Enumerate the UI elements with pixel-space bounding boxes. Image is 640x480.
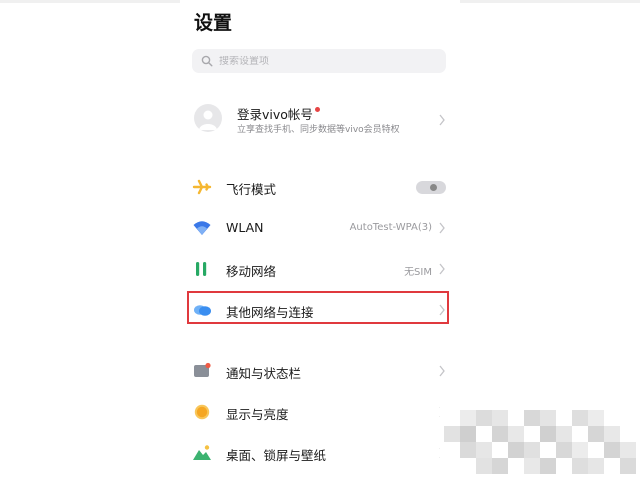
highlight-box — [187, 291, 449, 324]
settings-row-notifications[interactable]: 通知与状态栏 — [192, 356, 448, 386]
chevron-right-icon — [439, 114, 445, 126]
settings-row-label: 显示与亮度 — [226, 407, 289, 422]
wlan-network-name: AutoTest-WPA(3) — [349, 222, 432, 233]
wifi-icon — [193, 221, 211, 235]
brightness-icon — [194, 404, 210, 420]
mobile-network-icon — [196, 262, 207, 276]
search-icon — [201, 55, 213, 67]
sim-status: 无SIM — [404, 267, 432, 278]
settings-row-display[interactable]: 显示与亮度 — [192, 397, 448, 427]
settings-row-label: 桌面、锁屏与壁纸 — [226, 448, 327, 463]
settings-row-label: 通知与状态栏 — [226, 366, 302, 381]
settings-row-airplane[interactable]: 飞行模式 — [192, 172, 448, 202]
notification-dot — [314, 107, 320, 112]
airplane-toggle[interactable] — [416, 181, 446, 194]
chevron-right-icon — [439, 365, 445, 377]
watermark-mosaic — [440, 396, 640, 480]
notification-icon — [194, 362, 211, 377]
settings-row-label: 移动网络 — [226, 264, 277, 279]
account-login[interactable]: 登录vivo帐号 立享查找手机、同步数据等vivo会员特权 — [192, 100, 448, 142]
toggle-knob — [430, 184, 437, 191]
settings-row-label: 飞行模式 — [226, 182, 277, 197]
avatar — [194, 104, 222, 132]
settings-row-wallpaper[interactable]: 桌面、锁屏与壁纸 — [192, 438, 448, 468]
account-name: 登录vivo帐号 — [237, 104, 320, 123]
settings-row-wlan[interactable]: WLAN AutoTest-WPA(3) — [192, 213, 448, 243]
settings-row-mobile-network[interactable]: 移动网络 无SIM — [192, 254, 448, 284]
wallpaper-icon — [193, 445, 211, 460]
page-title: 设置 — [194, 12, 233, 34]
settings-row-label: WLAN — [226, 220, 264, 235]
settings-screen: 设置 登录vivo帐号 立享查找手机、同步数据等vivo会员特权 飞行模式 — [180, 0, 460, 480]
chevron-right-icon — [439, 263, 445, 275]
airplane-icon — [192, 179, 212, 195]
account-subtitle: 立享查找手机、同步数据等vivo会员特权 — [237, 125, 400, 135]
user-icon — [199, 110, 217, 130]
search-bar[interactable] — [192, 49, 446, 73]
search-input[interactable] — [219, 55, 419, 67]
chevron-right-icon — [439, 222, 445, 234]
